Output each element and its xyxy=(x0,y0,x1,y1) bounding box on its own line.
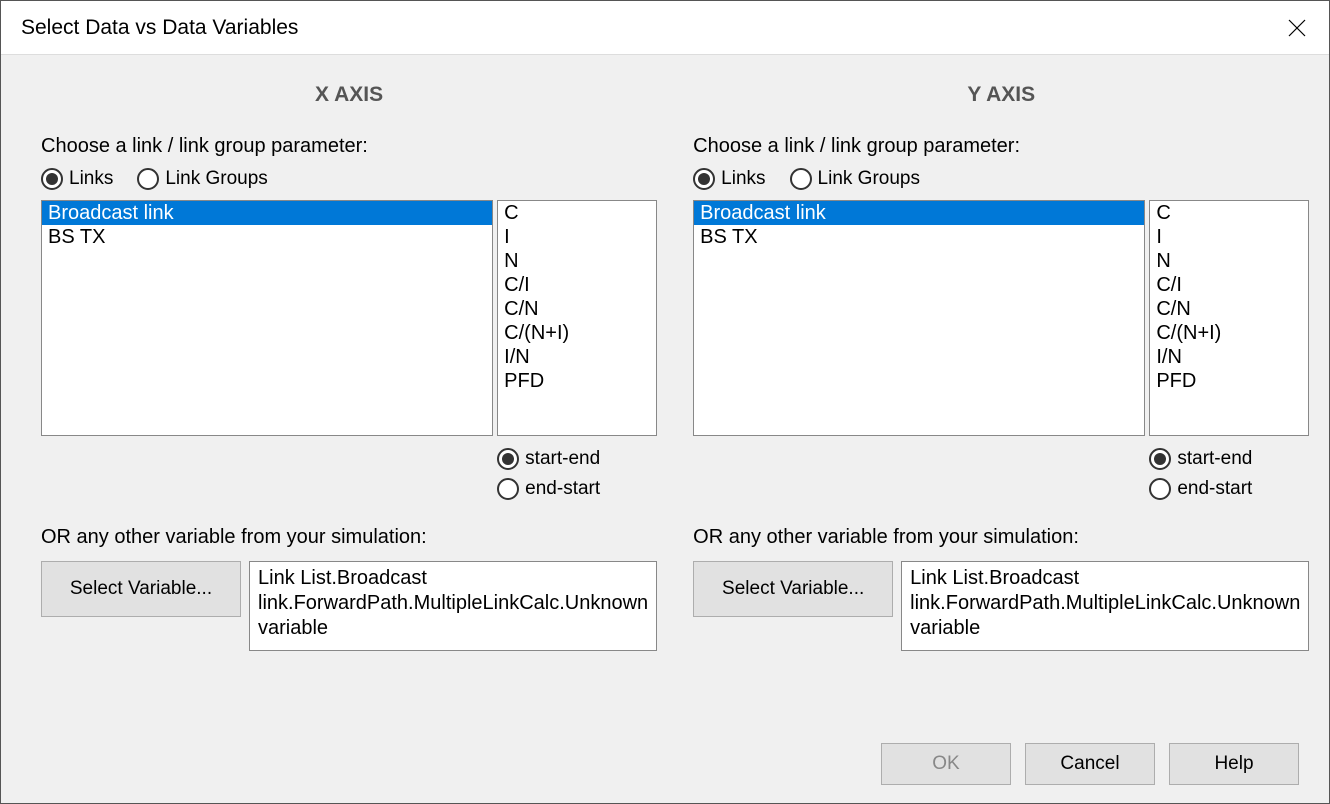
x-lists: Broadcast link BS TX C I N C/I C/N C/(N+… xyxy=(41,200,657,436)
cancel-button[interactable]: Cancel xyxy=(1025,743,1155,785)
help-button[interactable]: Help xyxy=(1169,743,1299,785)
list-item[interactable]: C/(N+I) xyxy=(1150,321,1308,345)
x-choose-prompt: Choose a link / link group parameter: xyxy=(41,135,657,158)
radio-label: Link Groups xyxy=(818,168,920,190)
y-radio-start-end[interactable]: start-end xyxy=(1149,448,1309,470)
y-radio-link-groups[interactable]: Link Groups xyxy=(790,168,920,190)
close-icon xyxy=(1288,19,1306,37)
list-item[interactable]: PFD xyxy=(498,369,656,393)
list-item[interactable]: N xyxy=(498,249,656,273)
list-item[interactable]: I xyxy=(498,225,656,249)
y-params-listbox[interactable]: C I N C/I C/N C/(N+I) I/N PFD xyxy=(1149,200,1309,436)
list-item[interactable]: C/I xyxy=(498,273,656,297)
radio-label: Links xyxy=(69,168,113,190)
x-axis-panel: X AXIS Choose a link / link group parame… xyxy=(31,75,667,715)
radio-icon xyxy=(790,168,812,190)
content-area: X AXIS Choose a link / link group parame… xyxy=(1,55,1329,715)
y-axis-heading: Y AXIS xyxy=(693,83,1309,107)
y-axis-panel: Y AXIS Choose a link / link group parame… xyxy=(683,75,1319,715)
list-item[interactable]: Broadcast link xyxy=(694,201,1144,225)
radio-label: Links xyxy=(721,168,765,190)
x-or-prompt: OR any other variable from your simulati… xyxy=(41,526,657,549)
y-type-radio-row: Links Link Groups xyxy=(693,168,1309,190)
radio-label: Link Groups xyxy=(165,168,267,190)
x-axis-heading: X AXIS xyxy=(41,83,657,107)
radio-label: end-start xyxy=(525,478,600,500)
radio-icon xyxy=(693,168,715,190)
radio-label: start-end xyxy=(1177,448,1252,470)
list-item[interactable]: C/N xyxy=(1150,297,1308,321)
radio-icon xyxy=(497,478,519,500)
y-or-prompt: OR any other variable from your simulati… xyxy=(693,526,1309,549)
footer-buttons: OK Cancel Help xyxy=(881,743,1299,785)
radio-icon xyxy=(41,168,63,190)
y-radio-links[interactable]: Links xyxy=(693,168,765,190)
list-item[interactable]: C/I xyxy=(1150,273,1308,297)
x-direction-radios: start-end end-start xyxy=(497,448,657,508)
list-item[interactable]: Broadcast link xyxy=(42,201,492,225)
x-links-listbox[interactable]: Broadcast link BS TX xyxy=(41,200,493,436)
list-item[interactable]: BS TX xyxy=(42,225,492,249)
dialog-window: Select Data vs Data Variables X AXIS Cho… xyxy=(0,0,1330,804)
radio-icon xyxy=(1149,448,1171,470)
y-radio-end-start[interactable]: end-start xyxy=(1149,478,1309,500)
window-title: Select Data vs Data Variables xyxy=(21,16,298,40)
ok-button[interactable]: OK xyxy=(881,743,1011,785)
list-item[interactable]: I/N xyxy=(1150,345,1308,369)
close-button[interactable] xyxy=(1285,16,1309,40)
radio-icon xyxy=(137,168,159,190)
list-item[interactable]: C/N xyxy=(498,297,656,321)
x-radio-end-start[interactable]: end-start xyxy=(497,478,657,500)
y-variable-display: Link List.Broadcast link.ForwardPath.Mul… xyxy=(901,561,1309,651)
titlebar: Select Data vs Data Variables xyxy=(1,1,1329,55)
list-item[interactable]: I xyxy=(1150,225,1308,249)
radio-label: end-start xyxy=(1177,478,1252,500)
y-choose-prompt: Choose a link / link group parameter: xyxy=(693,135,1309,158)
list-item[interactable]: C xyxy=(1150,201,1308,225)
y-direction-row: start-end end-start xyxy=(693,448,1309,508)
x-select-variable-button[interactable]: Select Variable... xyxy=(41,561,241,617)
list-item[interactable]: PFD xyxy=(1150,369,1308,393)
x-radio-link-groups[interactable]: Link Groups xyxy=(137,168,267,190)
y-select-variable-button[interactable]: Select Variable... xyxy=(693,561,893,617)
list-item[interactable]: BS TX xyxy=(694,225,1144,249)
x-radio-links[interactable]: Links xyxy=(41,168,113,190)
x-var-row: Select Variable... Link List.Broadcast l… xyxy=(41,561,657,651)
radio-icon xyxy=(497,448,519,470)
list-item[interactable]: C/(N+I) xyxy=(498,321,656,345)
x-type-radio-row: Links Link Groups xyxy=(41,168,657,190)
y-links-listbox[interactable]: Broadcast link BS TX xyxy=(693,200,1145,436)
list-item[interactable]: N xyxy=(1150,249,1308,273)
x-direction-row: start-end end-start xyxy=(41,448,657,508)
x-radio-start-end[interactable]: start-end xyxy=(497,448,657,470)
x-params-listbox[interactable]: C I N C/I C/N C/(N+I) I/N PFD xyxy=(497,200,657,436)
radio-icon xyxy=(1149,478,1171,500)
y-lists: Broadcast link BS TX C I N C/I C/N C/(N+… xyxy=(693,200,1309,436)
y-direction-radios: start-end end-start xyxy=(1149,448,1309,508)
y-var-row: Select Variable... Link List.Broadcast l… xyxy=(693,561,1309,651)
radio-label: start-end xyxy=(525,448,600,470)
x-variable-display: Link List.Broadcast link.ForwardPath.Mul… xyxy=(249,561,657,651)
list-item[interactable]: I/N xyxy=(498,345,656,369)
list-item[interactable]: C xyxy=(498,201,656,225)
